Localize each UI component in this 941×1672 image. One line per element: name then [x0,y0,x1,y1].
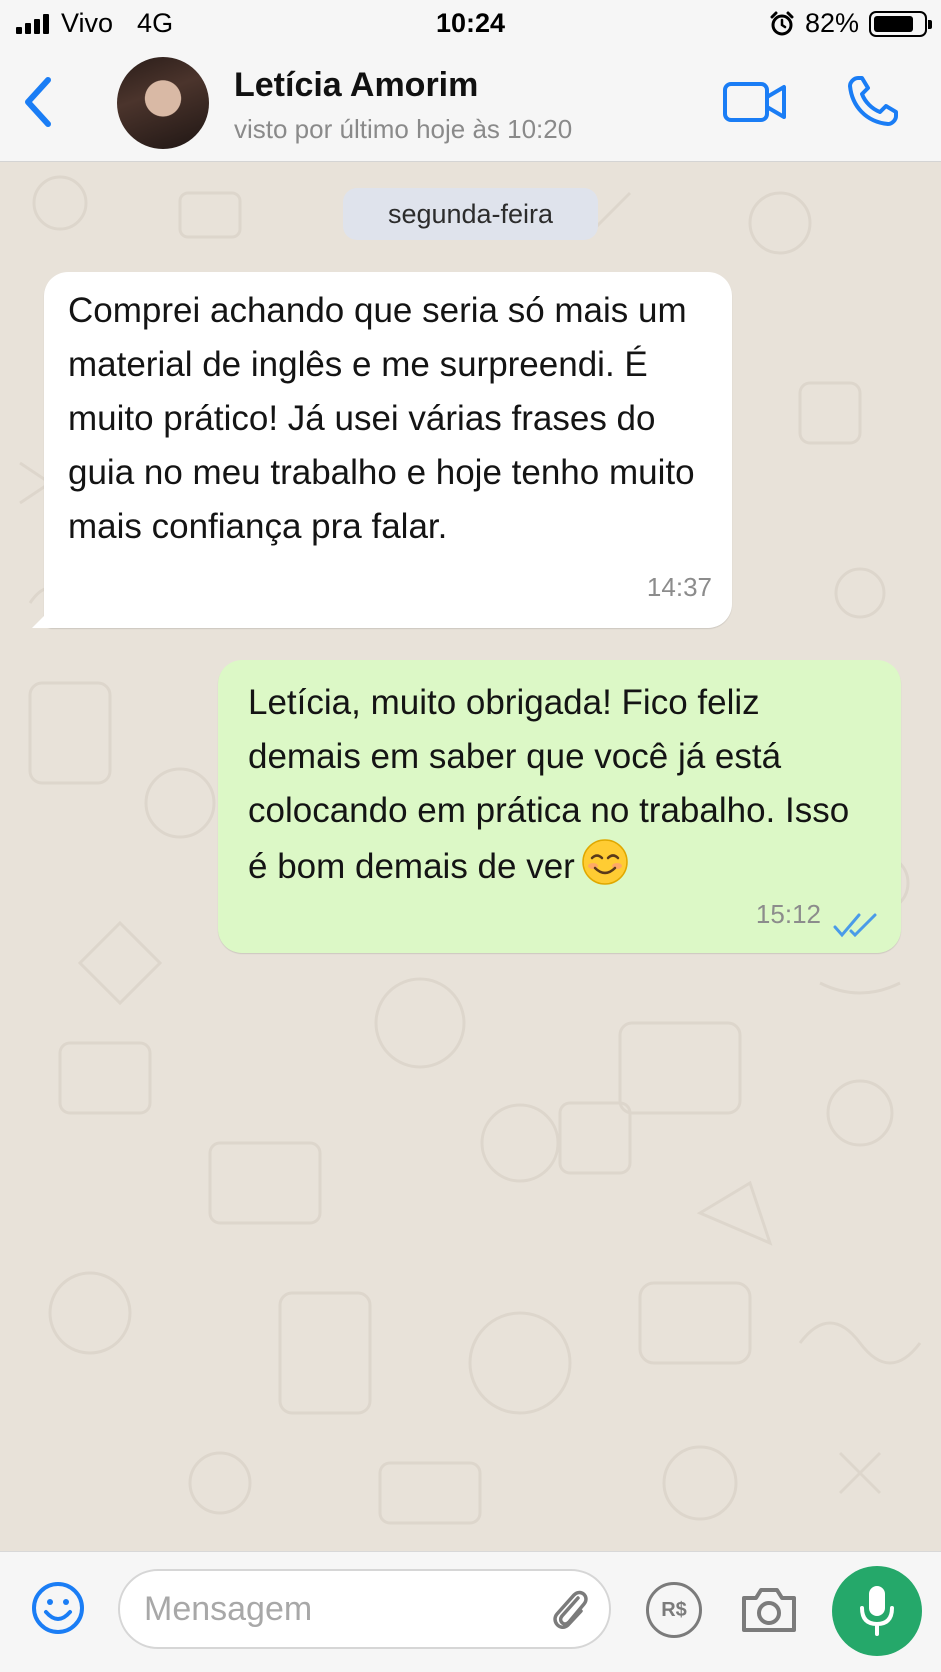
smiling-face-icon [582,839,628,885]
back-chevron-icon[interactable] [18,72,58,132]
phone-call-icon[interactable] [846,74,898,128]
read-receipt-icon [833,913,877,938]
message-time: 14:37 [646,572,712,602]
microphone-icon [860,1586,894,1636]
payment-icon[interactable]: R$ [646,1582,702,1638]
battery-fill [874,15,914,32]
message-time: 15:12 [755,899,821,929]
camera-icon[interactable] [738,1584,800,1636]
avatar[interactable] [117,57,209,149]
message-text: Comprei achando que seria só mais um mat… [68,291,695,546]
emoji-icon[interactable] [30,1580,86,1636]
date-separator: segunda-feira [343,188,598,240]
message-input-bar: R$ [0,1551,941,1672]
alarm-icon [770,11,794,35]
battery-icon [869,10,932,37]
status-bar: Vivo 4G 10:24 82% [0,0,941,50]
video-call-icon[interactable] [722,78,788,126]
status-right: 82% [769,8,932,39]
microphone-button[interactable] [832,1566,922,1656]
contact-name[interactable]: Letícia Amorim [234,66,478,105]
attachment-clip-icon[interactable] [548,1584,590,1636]
last-seen-status: visto por último hoje às 10:20 [234,114,573,144]
chat-area[interactable]: segunda-feira Comprei achando que seria … [0,163,941,1551]
chat-header: Letícia Amorim visto por último hoje às … [0,50,941,162]
battery-percent: 82% [804,8,859,38]
message-input[interactable] [118,1569,611,1649]
message-text: Letícia, muito obrigada! Fico feliz dema… [248,683,850,886]
outgoing-message-bubble[interactable]: Letícia, muito obrigada! Fico feliz dema… [218,660,901,953]
incoming-message-bubble[interactable]: Comprei achando que seria só mais um mat… [44,272,732,628]
